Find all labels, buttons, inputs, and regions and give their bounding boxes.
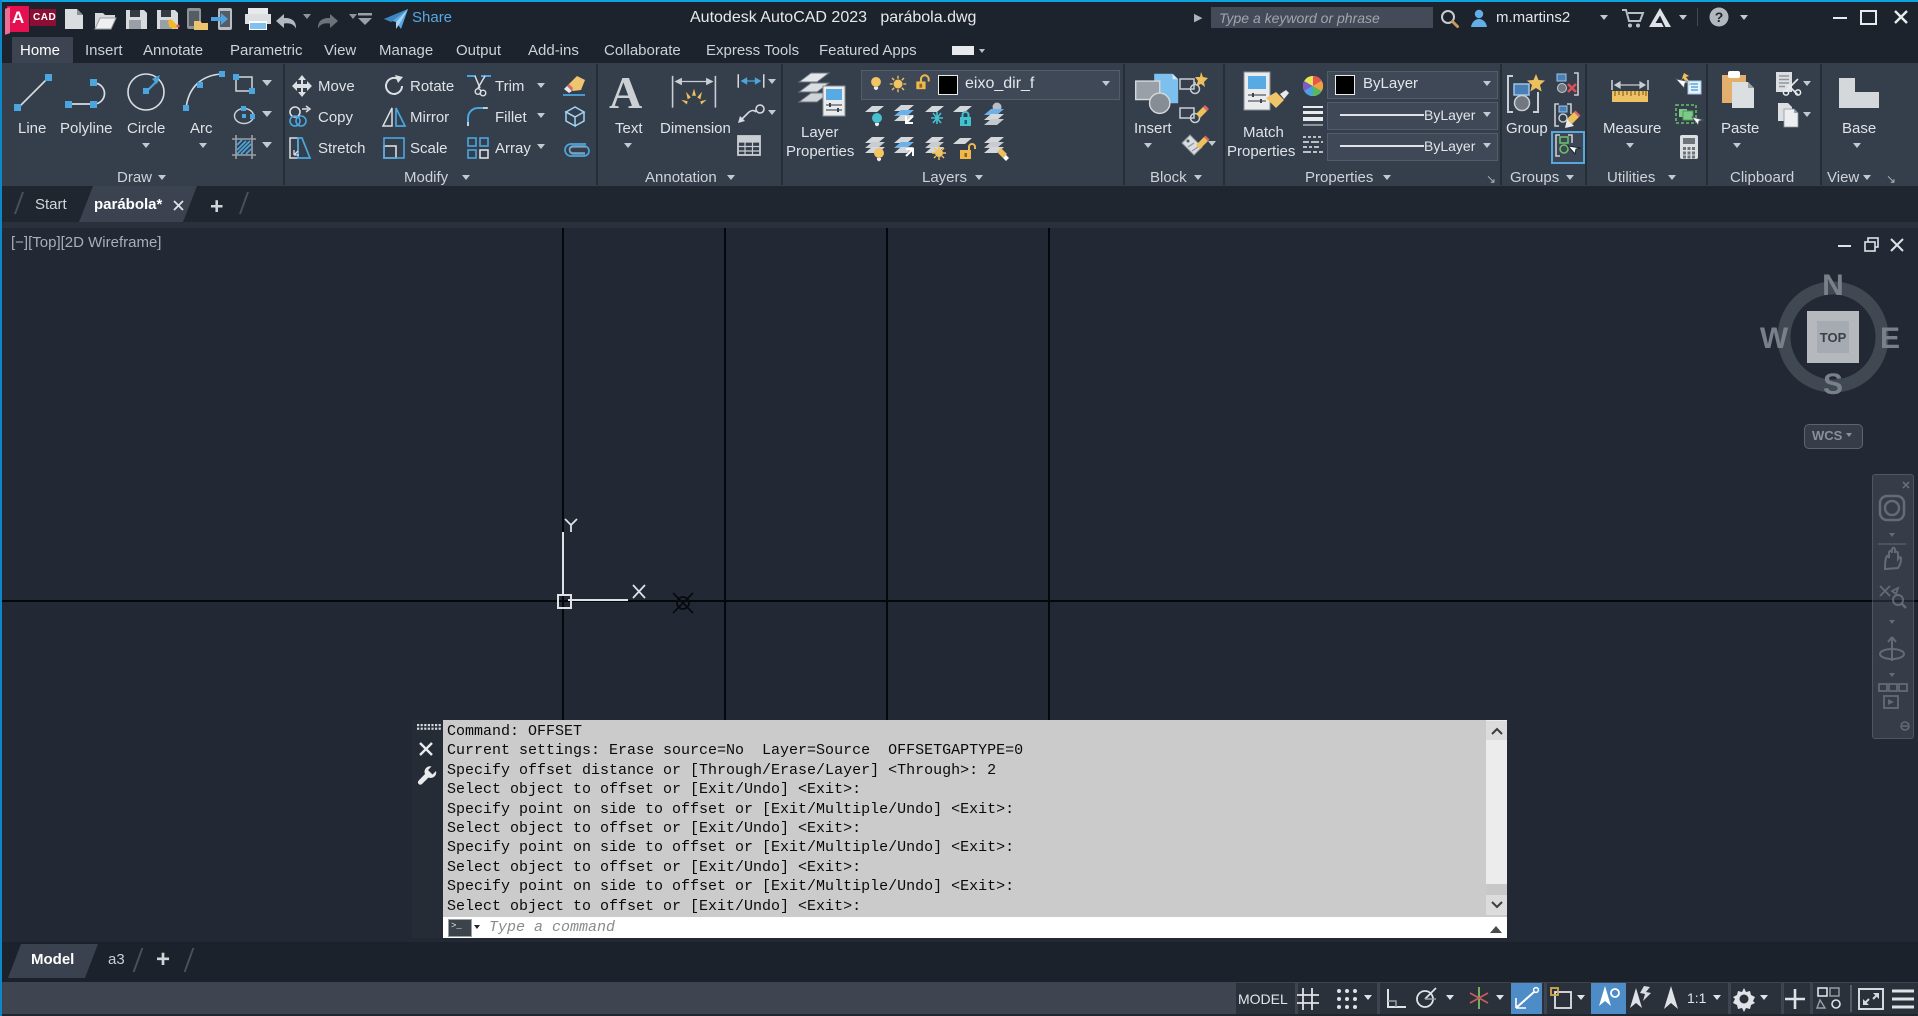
svg-text:N: N (1822, 269, 1844, 302)
svg-text:TOP: TOP (1820, 330, 1847, 345)
svg-text:?: ? (1715, 9, 1724, 25)
svg-text:E: E (1880, 322, 1900, 355)
svg-text:W: W (1760, 322, 1789, 355)
svg-text:S: S (1823, 368, 1843, 401)
